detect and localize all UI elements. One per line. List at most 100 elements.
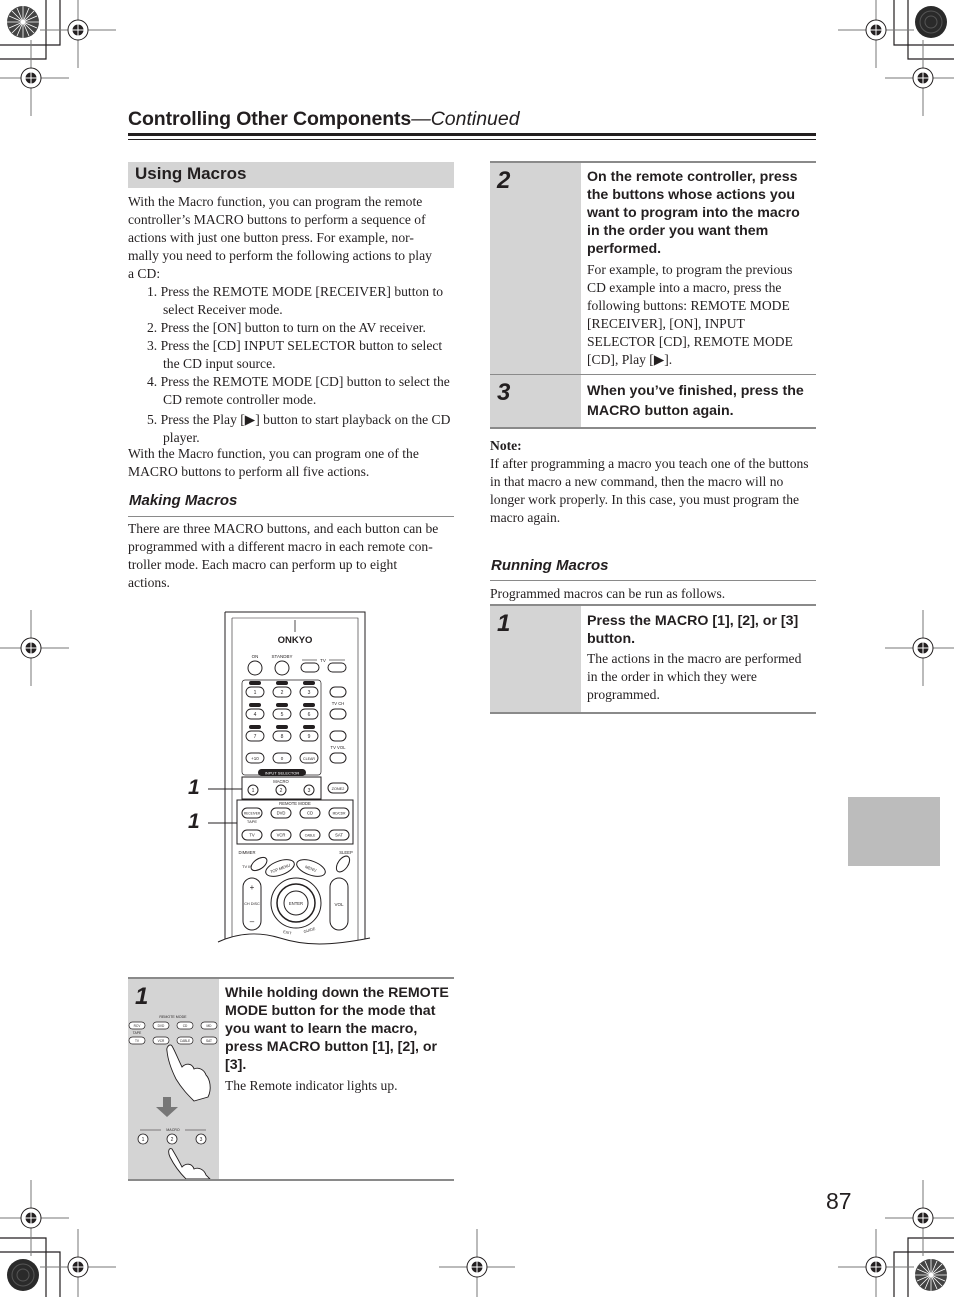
remote-mode-key-label: CABLE (180, 1039, 190, 1043)
star-target-icon (915, 1259, 947, 1291)
text-line: a CD: (128, 266, 161, 281)
list-item: 1. Press the REMOTE MODE [RECEIVER] butt… (147, 284, 444, 317)
remote-mode-key-label: CABLE (305, 834, 315, 838)
dark-target-icon (7, 1259, 39, 1291)
step-content: On the remote controller, press the butt… (587, 168, 814, 369)
text-line: With the Macro function, you can program… (128, 446, 419, 461)
number-key-tag (276, 703, 288, 707)
callout-number: 1 (188, 776, 200, 799)
label-tape: TAPE (247, 819, 257, 824)
header-rule-thin (128, 139, 816, 140)
number-key-label: 7 (254, 734, 257, 740)
crosshair-mark-icon (837, 1228, 915, 1297)
remote-mode-key-label: SAT (335, 833, 343, 838)
number-key-label: 9 (308, 734, 311, 740)
text-line: programmed with a different macro in eac… (128, 539, 433, 554)
label-tv: TV (320, 658, 326, 663)
crosshair-mark-icon (0, 609, 70, 687)
macro-key-label: 3 (308, 788, 311, 794)
label-remote-mode: REMOTE MODE (279, 801, 311, 806)
making-step-2: 2 On the remote controller, press the bu… (490, 161, 816, 377)
number-key-tag (303, 703, 315, 707)
crosshair-mark-icon (39, 0, 117, 69)
remote-mode-key-label: VCR (158, 1039, 165, 1043)
remote-mode-key-label: RECEIVER (244, 812, 261, 816)
arrow-down-icon (156, 1097, 178, 1117)
step-description: The actions in the macro are performed i… (587, 651, 802, 702)
step-description: The Remote indicator lights up. (225, 1078, 398, 1093)
crosshair-mark-icon (884, 1179, 954, 1257)
text-line: controller’s MACRO buttons to perform a … (128, 212, 426, 227)
remote-mode-key-label: CD (183, 1024, 188, 1028)
tv-power-button (300, 662, 320, 673)
remote-mode-key-label: SAT (206, 1039, 212, 1043)
section-tab-marker (848, 797, 940, 866)
text-line: There are three MACRO buttons, and each … (128, 521, 439, 536)
remote-mode-key-label: TV (249, 833, 255, 838)
text-line: mally you need to perform the following … (128, 248, 432, 263)
step-description: For example, to program the previous CD … (587, 262, 793, 367)
number-key-tag (249, 681, 261, 685)
macro-key-label: 2 (280, 788, 283, 794)
macro-key-label: 3 (200, 1137, 203, 1143)
list-item: 4. Press the REMOTE MODE [CD] button to … (147, 374, 450, 407)
step-instruction: Press the MACRO [1], [2], or [3] button. (587, 613, 799, 647)
note-block: Note: If after programming a macro you t… (490, 437, 820, 527)
remote-mode-key-label: DVD (158, 1024, 165, 1028)
note-label: Note: (490, 438, 522, 453)
number-key-label: 3 (308, 690, 311, 696)
dark-target-icon (915, 6, 947, 38)
remote-mode-key-label: MD/CDR (333, 812, 346, 816)
number-key-label: 8 (281, 734, 284, 740)
remote-mode-key-label: RCV (134, 1024, 142, 1028)
list-item: 3. Press the [CD] INPUT SELECTOR button … (147, 338, 443, 371)
running-intro: Programmed macros can be run as follows. (490, 586, 726, 601)
page-number: 87 (826, 1188, 852, 1214)
tv-input-button (327, 662, 347, 673)
step-instruction: When you’ve finished, press the MACRO bu… (587, 383, 804, 419)
making-macros-heading: Making Macros (129, 492, 238, 509)
list-item: 5. Press the Play [▶] button to start pl… (147, 412, 451, 445)
label-input-selector: INPUT SELECTOR (265, 771, 300, 776)
step-number: 2 (497, 167, 511, 194)
label-zone2: ZONE2 (332, 787, 345, 791)
step-content: When you’ve finished, press the MACRO bu… (587, 381, 814, 421)
crosshair-mark-icon (0, 39, 70, 117)
remote-mode-key-label: CD (307, 811, 313, 816)
label-tape: TAPE (133, 1031, 142, 1035)
on-button (247, 660, 263, 676)
label-tv-vol: TV VOL (331, 745, 347, 750)
crosshair-mark-icon (438, 1228, 516, 1297)
macro-key-label: 2 (171, 1137, 174, 1143)
running-step-1: 1 Press the MACRO [1], [2], or [3] butto… (490, 604, 816, 714)
keypad-key-label: +10 (251, 756, 259, 761)
label-enter: ENTER (289, 901, 303, 906)
standby-button (274, 660, 290, 676)
note-text: If after programming a macro you teach o… (490, 456, 809, 525)
svg-text:+: + (250, 883, 255, 892)
label-sleep: SLEEP (339, 850, 353, 855)
step-instruction: While holding down the REMOTE MODE butto… (225, 985, 449, 1073)
number-key-tag (276, 725, 288, 729)
crosshair-mark-icon (837, 0, 915, 69)
number-key-tag (303, 681, 315, 685)
label-guide: GUIDE (303, 927, 316, 934)
running-macros-heading: Running Macros (491, 557, 609, 574)
text-line: actions with just one button press. For … (128, 230, 414, 245)
remote-mode-key-label: VCR (277, 833, 286, 838)
step-number: 1 (135, 983, 149, 1010)
text-line: actions. (128, 575, 170, 590)
intro-paragraph: With the Macro function, you can program… (128, 193, 458, 283)
number-key-tag (249, 725, 261, 729)
crosshair-mark-icon (0, 1179, 70, 1257)
number-key-tag (249, 703, 261, 707)
header-rule (128, 133, 816, 136)
macro-key-label: 1 (252, 788, 255, 794)
cd-steps-list: 1. Press the REMOTE MODE [RECEIVER] butt… (147, 283, 457, 447)
text-line: troller mode. Each macro can perform up … (128, 557, 398, 572)
macro-key-label: 1 (142, 1137, 145, 1143)
step-content: While holding down the REMOTE MODE butto… (225, 984, 452, 1095)
making-macros-paragraph: There are three MACRO buttons, and each … (128, 520, 458, 592)
svg-text:–: – (250, 917, 255, 926)
label-dimmer: DIMMER (239, 850, 256, 855)
